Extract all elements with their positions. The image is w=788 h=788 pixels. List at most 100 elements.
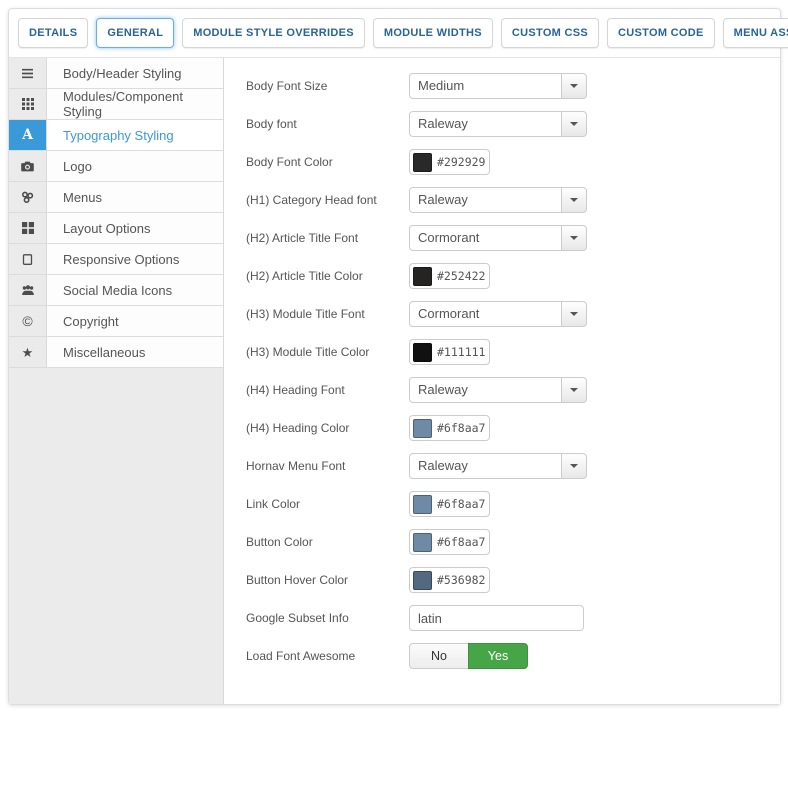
h3-module-title-font-select[interactable]: Cormorant bbox=[409, 301, 587, 327]
select-value[interactable]: Cormorant bbox=[409, 225, 562, 251]
select-value[interactable]: Raleway bbox=[409, 377, 562, 403]
h2-article-title-color-input[interactable]: #252422 bbox=[409, 263, 490, 289]
chevron-down-icon bbox=[570, 388, 578, 392]
h3-module-title-color-input[interactable]: #111111 bbox=[409, 339, 490, 365]
color-hex-value[interactable]: #536982 bbox=[437, 573, 485, 587]
color-hex-value[interactable]: #111111 bbox=[437, 345, 485, 359]
links-icon bbox=[9, 182, 47, 212]
body-font-color-input[interactable]: #292929 bbox=[409, 149, 490, 175]
th-grid-icon bbox=[9, 89, 47, 119]
sidebar-item-typography-styling[interactable]: A Typography Styling bbox=[9, 120, 223, 151]
field-label: Body font bbox=[246, 117, 409, 131]
color-hex-value[interactable]: #252422 bbox=[437, 269, 485, 283]
h4-heading-color-input[interactable]: #6f8aa7 bbox=[409, 415, 490, 441]
select-value[interactable]: Raleway bbox=[409, 111, 562, 137]
chevron-down-icon bbox=[570, 84, 578, 88]
h1-category-head-font-select[interactable]: Raleway bbox=[409, 187, 587, 213]
form-row: Button Color #6f8aa7 bbox=[246, 529, 780, 555]
color-swatch[interactable] bbox=[413, 267, 432, 286]
color-hex-value[interactable]: #6f8aa7 bbox=[437, 421, 485, 435]
tab-details[interactable]: DETAILS bbox=[18, 18, 88, 48]
field-label: Load Font Awesome bbox=[246, 649, 409, 663]
form-row: Body Font Color #292929 bbox=[246, 149, 780, 175]
chevron-down-icon bbox=[570, 464, 578, 468]
field-label: Body Font Color bbox=[246, 155, 409, 169]
tab-custom-code[interactable]: CUSTOM CODE bbox=[607, 18, 715, 48]
select-caret-button[interactable] bbox=[561, 377, 587, 403]
field-label: Button Hover Color bbox=[246, 573, 409, 587]
form-row: Load Font Awesome No Yes bbox=[246, 643, 780, 669]
sidebar-item-logo[interactable]: Logo bbox=[9, 151, 223, 182]
sidebar-item-menus[interactable]: Menus bbox=[9, 182, 223, 213]
sidebar-item-miscellaneous[interactable]: ★ Miscellaneous bbox=[9, 337, 223, 368]
copyright-glyph: © bbox=[22, 314, 32, 328]
field-label: Body Font Size bbox=[246, 79, 409, 93]
color-swatch[interactable] bbox=[413, 419, 432, 438]
color-swatch[interactable] bbox=[413, 533, 432, 552]
toggle-no-button[interactable]: No bbox=[409, 643, 469, 669]
sidebar-item-label: Layout Options bbox=[47, 213, 223, 243]
sidebar-item-label: Logo bbox=[47, 151, 223, 181]
tab-module-widths[interactable]: MODULE WIDTHS bbox=[373, 18, 493, 48]
form-row: (H2) Article Title Font Cormorant bbox=[246, 225, 780, 251]
tab-custom-css[interactable]: CUSTOM CSS bbox=[501, 18, 599, 48]
form-row: Link Color #6f8aa7 bbox=[246, 491, 780, 517]
sidebar-item-layout-options[interactable]: Layout Options bbox=[9, 213, 223, 244]
color-swatch[interactable] bbox=[413, 495, 432, 514]
sidebar-item-label: Body/Header Styling bbox=[47, 58, 223, 88]
sidebar-item-body-header-styling[interactable]: Body/Header Styling bbox=[9, 58, 223, 89]
users-icon bbox=[9, 275, 47, 305]
select-value[interactable]: Raleway bbox=[409, 453, 562, 479]
hornav-menu-font-select[interactable]: Raleway bbox=[409, 453, 587, 479]
sidebar-item-social-media-icons[interactable]: Social Media Icons bbox=[9, 275, 223, 306]
sidebar-item-modules-component-styling[interactable]: Modules/Component Styling bbox=[9, 89, 223, 120]
color-swatch[interactable] bbox=[413, 343, 432, 362]
button-color-input[interactable]: #6f8aa7 bbox=[409, 529, 490, 555]
select-value[interactable]: Cormorant bbox=[409, 301, 562, 327]
form-row: Body Font Size Medium bbox=[246, 73, 780, 99]
bars-icon bbox=[9, 58, 47, 88]
sidebar: Body/Header Styling Modules/Component St… bbox=[9, 58, 224, 704]
select-caret-button[interactable] bbox=[561, 453, 587, 479]
sidebar-item-copyright[interactable]: © Copyright bbox=[9, 306, 223, 337]
button-hover-color-input[interactable]: #536982 bbox=[409, 567, 490, 593]
main-area: Body/Header Styling Modules/Component St… bbox=[9, 58, 780, 704]
color-swatch[interactable] bbox=[413, 153, 432, 172]
field-label: Button Color bbox=[246, 535, 409, 549]
color-hex-value[interactable]: #292929 bbox=[437, 155, 485, 169]
color-swatch[interactable] bbox=[413, 571, 432, 590]
google-subset-input[interactable] bbox=[409, 605, 584, 631]
h2-article-title-font-select[interactable]: Cormorant bbox=[409, 225, 587, 251]
color-hex-value[interactable]: #6f8aa7 bbox=[437, 535, 485, 549]
body-font-size-select[interactable]: Medium bbox=[409, 73, 587, 99]
link-color-input[interactable]: #6f8aa7 bbox=[409, 491, 490, 517]
camera-icon bbox=[9, 151, 47, 181]
h4-heading-font-select[interactable]: Raleway bbox=[409, 377, 587, 403]
chevron-down-icon bbox=[570, 312, 578, 316]
color-hex-value[interactable]: #6f8aa7 bbox=[437, 497, 485, 511]
chevron-down-icon bbox=[570, 198, 578, 202]
chevron-down-icon bbox=[570, 236, 578, 240]
tab-menu-assignment[interactable]: MENU ASSIGNMENT bbox=[723, 18, 788, 48]
load-font-awesome-toggle: No Yes bbox=[409, 643, 528, 669]
toggle-yes-button[interactable]: Yes bbox=[468, 643, 528, 669]
form-row: (H3) Module Title Color #111111 bbox=[246, 339, 780, 365]
select-caret-button[interactable] bbox=[561, 187, 587, 213]
field-label: (H4) Heading Color bbox=[246, 421, 409, 435]
tab-bar: DETAILS GENERAL MODULE STYLE OVERRIDES M… bbox=[9, 9, 780, 58]
body-font-select[interactable]: Raleway bbox=[409, 111, 587, 137]
tab-general[interactable]: GENERAL bbox=[96, 18, 174, 48]
chevron-down-icon bbox=[570, 122, 578, 126]
sidebar-item-responsive-options[interactable]: Responsive Options bbox=[9, 244, 223, 275]
settings-panel: DETAILS GENERAL MODULE STYLE OVERRIDES M… bbox=[8, 8, 781, 705]
select-value[interactable]: Medium bbox=[409, 73, 562, 99]
tab-module-style-overrides[interactable]: MODULE STYLE OVERRIDES bbox=[182, 18, 365, 48]
field-label: (H4) Heading Font bbox=[246, 383, 409, 397]
select-caret-button[interactable] bbox=[561, 301, 587, 327]
select-caret-button[interactable] bbox=[561, 225, 587, 251]
select-value[interactable]: Raleway bbox=[409, 187, 562, 213]
field-label: (H3) Module Title Font bbox=[246, 307, 409, 321]
select-caret-button[interactable] bbox=[561, 73, 587, 99]
select-caret-button[interactable] bbox=[561, 111, 587, 137]
form-row: (H4) Heading Font Raleway bbox=[246, 377, 780, 403]
